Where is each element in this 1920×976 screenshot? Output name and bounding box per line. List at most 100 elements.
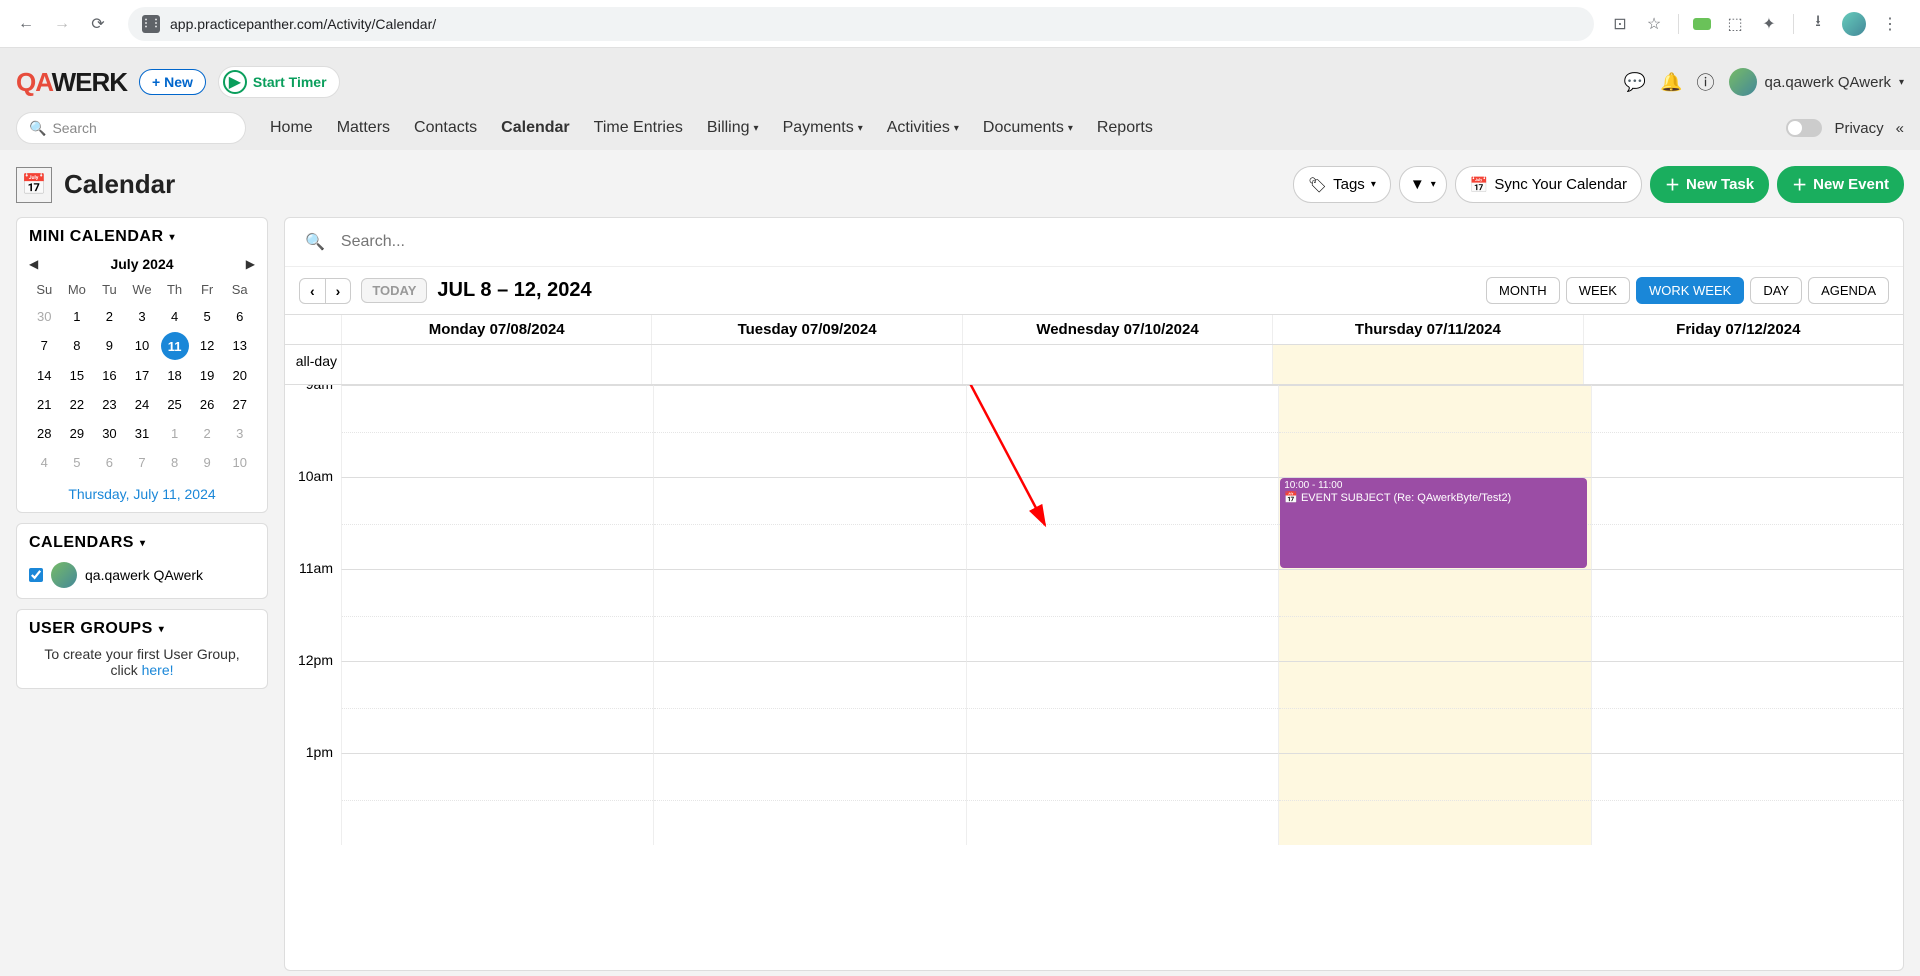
cal-next-button[interactable]: ›	[326, 278, 352, 304]
extension-icon-1[interactable]	[1693, 18, 1711, 30]
today-button[interactable]: TODAY	[361, 278, 427, 303]
time-cell[interactable]	[1591, 569, 1903, 661]
mini-cal-day[interactable]: 20	[224, 362, 255, 389]
nav-time-entries[interactable]: Time Entries	[594, 119, 683, 137]
start-timer-button[interactable]: ▶ Start Timer	[218, 66, 340, 98]
time-cell[interactable]	[966, 569, 1278, 661]
mini-cal-day[interactable]: 30	[29, 303, 60, 330]
mini-cal-day[interactable]: 9	[94, 332, 125, 360]
user-menu[interactable]: qa.qawerk QAwerk ▾	[1729, 68, 1904, 96]
calendars-title[interactable]: CALENDARS▾	[29, 534, 255, 552]
mini-cal-day[interactable]: 3	[127, 303, 158, 330]
view-day[interactable]: DAY	[1750, 277, 1802, 304]
time-cell[interactable]	[653, 753, 965, 845]
calendar-event[interactable]: 10:00 - 11:00📅 EVENT SUBJECT (Re: QAwerk…	[1280, 478, 1586, 568]
mini-cal-day[interactable]: 23	[94, 391, 125, 418]
collapse-icon[interactable]: «	[1896, 120, 1904, 137]
mini-cal-day[interactable]: 14	[29, 362, 60, 389]
nav-contacts[interactable]: Contacts	[414, 119, 477, 137]
mini-cal-day[interactable]: 24	[127, 391, 158, 418]
mini-cal-day[interactable]: 2	[192, 420, 223, 447]
nav-reports[interactable]: Reports	[1097, 119, 1153, 137]
time-cell[interactable]	[341, 385, 653, 477]
mini-cal-today-link[interactable]: Thursday, July 11, 2024	[29, 486, 255, 502]
browser-forward[interactable]: →	[48, 10, 76, 38]
mini-cal-day[interactable]: 18	[159, 362, 190, 389]
view-work-week[interactable]: WORK WEEK	[1636, 277, 1744, 304]
mini-cal-day[interactable]: 15	[62, 362, 93, 389]
chat-icon[interactable]: 💬	[1624, 72, 1646, 93]
nav-calendar[interactable]: Calendar	[501, 119, 569, 137]
mini-cal-day[interactable]: 5	[62, 449, 93, 476]
mini-cal-day[interactable]: 8	[159, 449, 190, 476]
mini-cal-day[interactable]: 10	[127, 332, 158, 360]
time-cell[interactable]	[1278, 661, 1590, 753]
time-cell[interactable]	[653, 477, 965, 569]
site-info-icon[interactable]: ⋮⋮	[142, 15, 160, 33]
all-day-cell[interactable]	[1272, 345, 1582, 384]
sync-calendar-button[interactable]: 📅 Sync Your Calendar	[1455, 166, 1642, 203]
new-task-button[interactable]: ＋New Task	[1650, 166, 1769, 203]
mini-cal-day[interactable]: 13	[224, 332, 255, 360]
time-cell[interactable]	[341, 661, 653, 753]
nav-billing[interactable]: Billing▾	[707, 119, 759, 137]
mini-cal-day[interactable]: 10	[224, 449, 255, 476]
mini-cal-day[interactable]: 16	[94, 362, 125, 389]
mini-cal-day[interactable]: 31	[127, 420, 158, 447]
user-groups-title[interactable]: USER GROUPS▾	[29, 620, 255, 638]
view-agenda[interactable]: AGENDA	[1808, 277, 1889, 304]
logo[interactable]: QAWERK	[16, 67, 127, 98]
time-cell[interactable]	[1591, 661, 1903, 753]
time-cell[interactable]: 10:00 - 11:00📅 EVENT SUBJECT (Re: QAwerk…	[1278, 477, 1590, 569]
mini-cal-day[interactable]: 25	[159, 391, 190, 418]
browser-back[interactable]: ←	[12, 10, 40, 38]
view-month[interactable]: MONTH	[1486, 277, 1560, 304]
profile-avatar[interactable]	[1842, 12, 1866, 36]
new-event-button[interactable]: ＋New Event	[1777, 166, 1904, 203]
mini-cal-day[interactable]: 2	[94, 303, 125, 330]
mini-cal-day[interactable]: 29	[62, 420, 93, 447]
mini-cal-day[interactable]: 6	[94, 449, 125, 476]
mini-cal-day[interactable]: 19	[192, 362, 223, 389]
nav-home[interactable]: Home	[270, 119, 313, 137]
nav-activities[interactable]: Activities▾	[887, 119, 959, 137]
mini-cal-day[interactable]: 30	[94, 420, 125, 447]
bookmark-star-icon[interactable]: ☆	[1644, 14, 1664, 34]
mini-cal-day[interactable]: 27	[224, 391, 255, 418]
cal-prev-button[interactable]: ‹	[299, 278, 326, 304]
mini-cal-day[interactable]: 7	[29, 332, 60, 360]
time-cell[interactable]	[966, 661, 1278, 753]
time-cell[interactable]	[341, 477, 653, 569]
bell-icon[interactable]: 🔔	[1660, 72, 1682, 93]
time-cell[interactable]	[653, 661, 965, 753]
mini-cal-day[interactable]: 3	[224, 420, 255, 447]
mini-cal-day[interactable]: 11	[161, 332, 189, 360]
help-icon[interactable]: ⓘ	[1697, 69, 1715, 95]
calendar-user-checkbox[interactable]	[29, 568, 43, 582]
time-cell[interactable]	[1278, 385, 1590, 477]
view-week[interactable]: WEEK	[1566, 277, 1630, 304]
mini-cal-day[interactable]: 7	[127, 449, 158, 476]
mini-cal-day[interactable]: 6	[224, 303, 255, 330]
mini-cal-day[interactable]: 21	[29, 391, 60, 418]
nav-matters[interactable]: Matters	[337, 119, 390, 137]
mini-cal-day[interactable]: 28	[29, 420, 60, 447]
mini-cal-day[interactable]: 1	[62, 303, 93, 330]
filter-dropdown[interactable]: ▼ ▾	[1399, 166, 1447, 203]
search-input[interactable]: 🔍 Search	[16, 112, 246, 144]
calendar-search-input[interactable]	[341, 233, 1883, 251]
mini-cal-day[interactable]: 5	[192, 303, 223, 330]
extensions-puzzle-icon[interactable]: ✦	[1759, 14, 1779, 34]
browser-reload[interactable]: ⟳	[84, 10, 112, 38]
all-day-cell[interactable]	[651, 345, 961, 384]
mini-cal-next[interactable]: ▶	[246, 257, 255, 271]
mini-cal-day[interactable]: 4	[29, 449, 60, 476]
time-cell[interactable]	[341, 753, 653, 845]
time-cell[interactable]	[653, 385, 965, 477]
create-user-group-link[interactable]: here!	[142, 662, 174, 678]
nav-documents[interactable]: Documents▾	[983, 119, 1073, 137]
all-day-cell[interactable]	[1583, 345, 1893, 384]
tags-dropdown[interactable]: 🏷 Tags ▾	[1293, 166, 1391, 203]
time-cell[interactable]	[966, 753, 1278, 845]
mini-cal-day[interactable]: 12	[192, 332, 223, 360]
